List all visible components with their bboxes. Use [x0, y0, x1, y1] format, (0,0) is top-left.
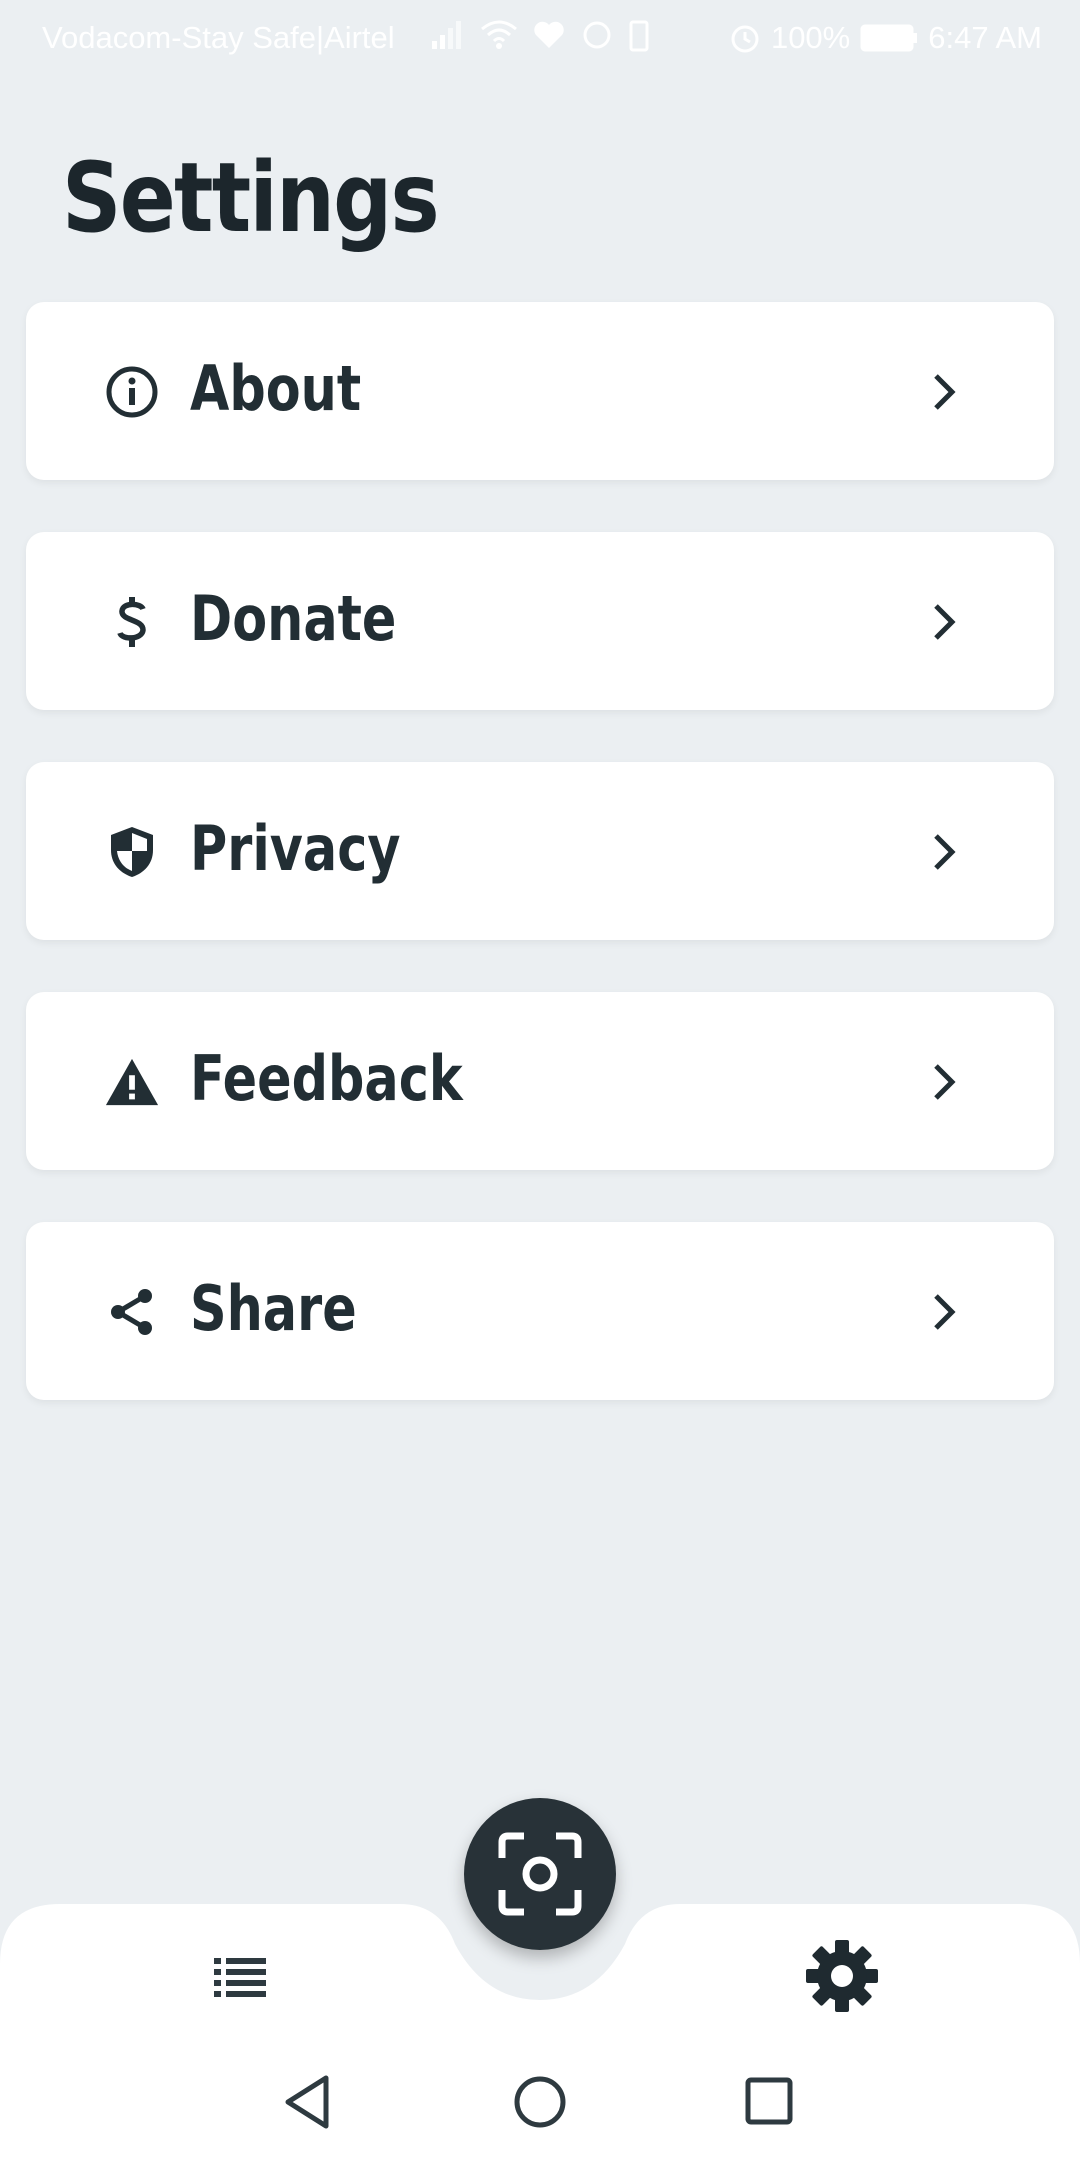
status-right: 100% 6:47 AM: [729, 20, 1042, 56]
battery-icon: [860, 24, 918, 52]
share-icon: [104, 1284, 160, 1340]
menu-item-donate[interactable]: Donate: [26, 532, 1054, 710]
menu-item-label: Donate: [190, 582, 397, 655]
scan-icon: [498, 1832, 582, 1916]
warning-icon: [104, 1054, 160, 1110]
menu-item-about[interactable]: About: [26, 302, 1054, 480]
menu-item-label: Feedback: [190, 1042, 463, 1115]
menu-item-label: Share: [190, 1272, 357, 1345]
chevron-right-icon: [934, 1294, 956, 1330]
status-icons: [430, 18, 650, 52]
list-icon[interactable]: [212, 1954, 268, 1998]
system-navigation-bar: [0, 2050, 1080, 2160]
battery-percent: 100%: [770, 20, 851, 55]
whatsapp-icon: [583, 21, 611, 49]
chevron-right-icon: [934, 374, 956, 410]
info-icon: [104, 364, 160, 420]
menu-item-share[interactable]: Share: [26, 1222, 1054, 1400]
scan-button[interactable]: [464, 1798, 616, 1950]
status-bar: Vodacom-Stay Safe|Airtel 100% 6:47 AM: [0, 0, 1080, 76]
alarm-icon: [731, 25, 759, 53]
home-icon[interactable]: [512, 2074, 568, 2130]
page-title: Settings: [62, 142, 440, 254]
chevron-right-icon: [934, 1064, 956, 1100]
chevron-right-icon: [934, 604, 956, 640]
menu-item-label: Privacy: [190, 812, 401, 885]
wifi-icon: [481, 20, 517, 49]
carrier-text: Vodacom-Stay Safe|Airtel: [42, 20, 395, 55]
clock: 6:47 AM: [928, 20, 1042, 55]
menu-item-label: About: [190, 352, 362, 425]
dollar-icon: [104, 594, 160, 650]
heart-icon: [534, 21, 564, 48]
shield-icon: [104, 824, 160, 880]
chevron-right-icon: [934, 834, 956, 870]
battery-saver-icon: [629, 20, 649, 52]
settings-menu: About Donate Privacy Feedback Share: [26, 302, 1054, 1452]
gear-icon[interactable]: [804, 1938, 880, 2014]
recent-apps-icon[interactable]: [744, 2076, 794, 2126]
signal-icon: [432, 21, 461, 49]
back-icon[interactable]: [282, 2074, 332, 2130]
menu-item-privacy[interactable]: Privacy: [26, 762, 1054, 940]
menu-item-feedback[interactable]: Feedback: [26, 992, 1054, 1170]
